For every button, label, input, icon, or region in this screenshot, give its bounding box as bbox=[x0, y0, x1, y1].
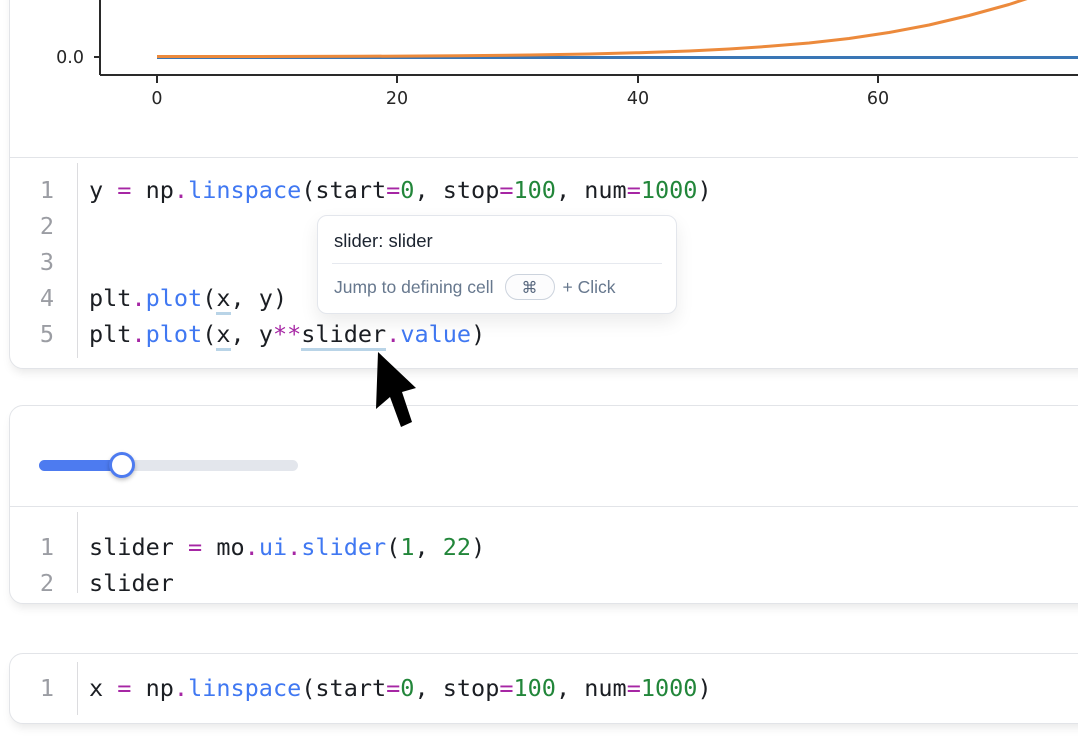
slider-widget[interactable] bbox=[39, 450, 309, 480]
line-number: 2 bbox=[10, 565, 77, 601]
code-line[interactable]: 1slider = mo.ui.slider(1, 22) bbox=[10, 529, 1078, 565]
marimo-notebook: 1y = np.linspace(start=0, stop=100, num=… bbox=[0, 0, 1078, 746]
line-number: 3 bbox=[10, 244, 77, 280]
line-number: 2 bbox=[10, 208, 77, 244]
line-number: 1 bbox=[10, 172, 77, 208]
jump-to-defining-cell-hint: Jump to defining cell bbox=[334, 277, 494, 298]
gutter-divider bbox=[77, 163, 78, 358]
slider-track[interactable] bbox=[39, 460, 298, 471]
code-line[interactable]: 5plt.plot(x, y**slider.value) bbox=[10, 316, 1078, 352]
code-line[interactable]: 1x = np.linspace(start=0, stop=100, num=… bbox=[10, 670, 1078, 706]
code-editor-x[interactable]: 1x = np.linspace(start=0, stop=100, num=… bbox=[10, 654, 1078, 723]
line-number: 1 bbox=[10, 529, 77, 565]
code-line[interactable]: 2slider bbox=[10, 565, 1078, 601]
reactive-variable: x bbox=[216, 284, 230, 315]
gutter-divider bbox=[77, 662, 78, 715]
tooltip-divider bbox=[332, 263, 662, 264]
slider-output bbox=[10, 406, 1078, 506]
reactive-variable: slider bbox=[301, 320, 386, 351]
reactive-variable: x bbox=[216, 320, 230, 351]
slider-thumb[interactable] bbox=[109, 452, 135, 478]
line-number: 1 bbox=[10, 670, 77, 706]
tooltip-title: slider: slider bbox=[334, 230, 660, 252]
click-hint: + Click bbox=[563, 277, 616, 298]
code-line[interactable]: 1y = np.linspace(start=0, stop=100, num=… bbox=[10, 172, 1078, 208]
plot-output bbox=[10, 0, 1078, 157]
cell-slider: 1slider = mo.ui.slider(1, 22)2slider bbox=[9, 405, 1078, 604]
command-key-icon: ⌘ bbox=[505, 274, 555, 300]
variable-tooltip: slider: slider Jump to defining cell ⌘ +… bbox=[317, 215, 677, 314]
line-number: 4 bbox=[10, 280, 77, 316]
cell-x: 1x = np.linspace(start=0, stop=100, num=… bbox=[9, 653, 1078, 724]
gutter-divider bbox=[77, 512, 78, 593]
code-editor-slider[interactable]: 1slider = mo.ui.slider(1, 22)2slider bbox=[10, 506, 1078, 603]
line-number: 5 bbox=[10, 316, 77, 352]
